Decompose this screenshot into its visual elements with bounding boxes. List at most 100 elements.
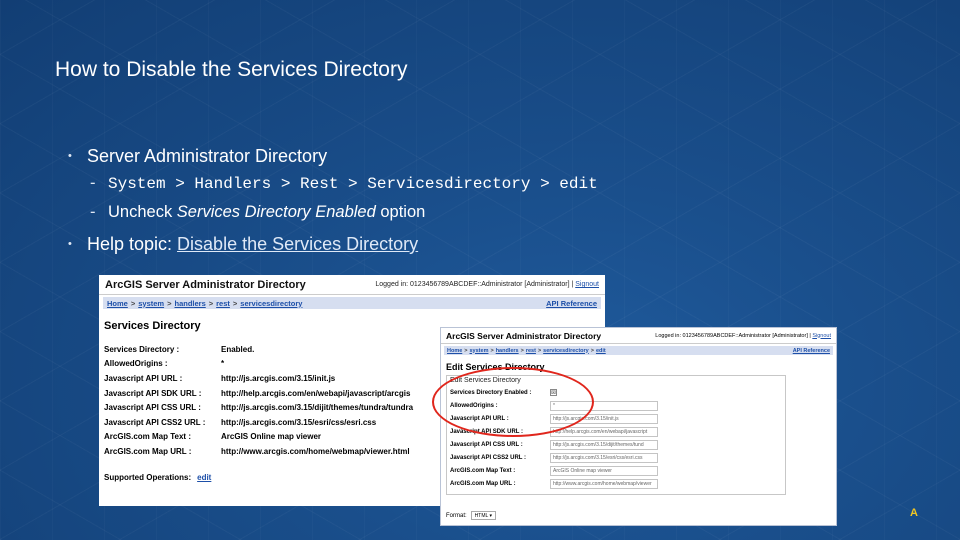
dash-icon: - bbox=[90, 203, 96, 221]
map-text-field[interactable]: ArcGIS Online map viewer bbox=[550, 466, 658, 477]
crumb-separator: > bbox=[167, 298, 172, 308]
property-value: http://help.arcgis.com/en/webapi/javascr… bbox=[221, 388, 411, 398]
logged-in-info: Logged in: 0123456789ABCDEF::Administrat… bbox=[655, 333, 831, 339]
crumb-separator: > bbox=[537, 347, 542, 354]
property-value: * bbox=[221, 359, 225, 369]
logged-in-label: Logged in: 0123456789ABCDEF::Administrat… bbox=[375, 281, 574, 288]
services-directory-enabled-checkbox[interactable]: ☒ bbox=[550, 389, 557, 397]
property-key: Javascript API CSS2 URL : bbox=[104, 417, 206, 427]
app-title: ArcGIS Server Administrator Directory bbox=[105, 278, 306, 291]
form-row: Javascript API CSS2 URL : http://js.arcgi… bbox=[450, 451, 782, 464]
edit-link[interactable]: edit bbox=[197, 473, 211, 482]
property-key: Javascript API SDK URL : bbox=[104, 388, 202, 398]
form-row: AllowedOrigins : * bbox=[450, 399, 782, 412]
corner-mark: A bbox=[910, 507, 918, 519]
js-api-css-url-field[interactable]: http://js.arcgis.com/3.15/dijit/themes/t… bbox=[550, 439, 658, 450]
bullet-help-topic: • Help topic: Disable the Services Direct… bbox=[68, 234, 418, 255]
help-topic-link[interactable]: Disable the Services Directory bbox=[177, 234, 418, 254]
property-key: ArcGIS.com Map Text : bbox=[104, 432, 191, 442]
bullet-dot-icon: • bbox=[68, 238, 72, 250]
property-key: ArcGIS.com Map URL : bbox=[104, 446, 192, 456]
crumb-handlers[interactable]: handlers bbox=[496, 348, 519, 354]
property-key: Services Directory : bbox=[104, 344, 180, 354]
property-key: Javascript API CSS URL : bbox=[104, 403, 201, 413]
dash-icon: - bbox=[90, 174, 96, 192]
option-name: Services Directory Enabled bbox=[176, 203, 376, 221]
api-reference-link[interactable]: API Reference bbox=[546, 299, 597, 308]
property-key: AllowedOrigins : bbox=[104, 359, 168, 369]
supported-ops-label: Supported Operations: bbox=[104, 472, 192, 482]
field-label: Javascript API CSS URL : bbox=[450, 441, 523, 448]
js-api-css2-url-field[interactable]: http://js.arcgis.com/3.15/esri/css/esri.… bbox=[550, 453, 658, 464]
admin-header: ArcGIS Server Administrator Directory Lo… bbox=[99, 275, 605, 295]
slide-title: How to Disable the Services Directory bbox=[55, 58, 408, 81]
crumb-home[interactable]: Home bbox=[107, 299, 128, 308]
field-label: Javascript API URL : bbox=[450, 415, 509, 422]
field-label: AllowedOrigins : bbox=[450, 402, 498, 409]
property-value: http://js.arcgis.com/3.15/esri/css/esri.… bbox=[221, 417, 377, 427]
form-legend: Edit Services Directory bbox=[450, 377, 521, 384]
field-label: Javascript API SDK URL : bbox=[450, 428, 524, 435]
crumb-home[interactable]: Home bbox=[447, 348, 462, 354]
breadcrumb: Home > system > handlers > rest > servicesdirect… bbox=[103, 297, 601, 309]
help-topic-label: Help topic: bbox=[87, 234, 178, 254]
property-value: ArcGIS Online map viewer bbox=[221, 432, 322, 442]
form-row: Javascript API URL : http://js.arcgis.com… bbox=[450, 412, 782, 425]
form-row: Javascript API CSS URL : http://js.arcgis… bbox=[450, 438, 782, 451]
property-value: http://www.arcgis.com/home/webmap/viewer… bbox=[221, 446, 410, 456]
api-reference-link[interactable]: API Reference bbox=[793, 348, 830, 354]
form-row: Services Directory Enabled : ☒ bbox=[450, 386, 782, 399]
js-api-sdk-url-field[interactable]: http://help.arcgis.com/en/webapi/javascr… bbox=[550, 426, 658, 437]
bullet-dot-icon: • bbox=[68, 150, 72, 162]
crumb-edit[interactable]: edit bbox=[596, 348, 606, 354]
crumb-separator: > bbox=[208, 298, 214, 308]
field-label: Services Directory Enabled : bbox=[450, 389, 532, 396]
js-api-url-field[interactable]: http://js.arcgis.com/3.15/init.js bbox=[550, 413, 658, 424]
breadcrumb: Home > system > handlers > rest > servicesdirect… bbox=[444, 346, 833, 355]
edit-services-directory-screenshot: ArcGIS Server Administrator Directory Lo… bbox=[440, 327, 837, 526]
crumb-servicesdirectory[interactable]: servicesdirectory bbox=[240, 299, 302, 308]
breadcrumb-trail: Home > system > handlers > rest > servicesdirect… bbox=[447, 348, 606, 354]
uncheck-post: option bbox=[375, 203, 426, 221]
menu-path-text: System > Handlers > Rest > Servicesdirec… bbox=[108, 175, 598, 193]
bullet-server-admin: • Server Administrator Directory bbox=[68, 146, 327, 167]
property-value: http://js.arcgis.com/3.15/init.js bbox=[221, 373, 336, 383]
logged-in-info: Logged in: 0123456789ABCDEF::Administrat… bbox=[375, 281, 599, 288]
crumb-separator: > bbox=[130, 298, 136, 308]
edit-form: Edit Services Directory Services Directo… bbox=[446, 375, 786, 495]
crumb-system[interactable]: system bbox=[470, 348, 489, 354]
crumb-servicesdirectory[interactable]: servicesdirectory bbox=[543, 348, 589, 354]
crumb-separator: > bbox=[590, 347, 594, 354]
field-label: ArcGIS.com Map Text : bbox=[450, 468, 516, 475]
admin-header: ArcGIS Server Administrator Directory Lo… bbox=[441, 328, 836, 344]
form-row: ArcGIS.com Map Text : ArcGIS Online map v… bbox=[450, 465, 782, 478]
allowed-origins-field[interactable]: * bbox=[550, 400, 658, 411]
signout-link[interactable]: Signout bbox=[812, 333, 831, 339]
breadcrumb-trail: Home > system > handlers > rest > servicesdirect… bbox=[107, 299, 302, 308]
format-label: Format: bbox=[446, 512, 467, 519]
field-label: ArcGIS.com Map URL : bbox=[450, 481, 516, 488]
crumb-rest[interactable]: rest bbox=[526, 348, 536, 354]
sub-bullet-uncheck: - Uncheck Services Directory Enabled opti… bbox=[90, 203, 425, 222]
crumb-separator: > bbox=[464, 347, 468, 354]
property-key: Javascript API URL : bbox=[104, 373, 183, 383]
format-control: Format: HTML ▾ bbox=[446, 511, 496, 520]
property-value: http://js.arcgis.com/3.15/dijit/themes/t… bbox=[221, 403, 414, 413]
crumb-handlers[interactable]: handlers bbox=[174, 299, 205, 308]
crumb-separator: > bbox=[232, 298, 238, 308]
format-select[interactable]: HTML ▾ bbox=[470, 511, 496, 520]
sub-bullet-path: - System > Handlers > Rest > Servicesdire… bbox=[90, 174, 598, 193]
bullet-text: Server Administrator Directory bbox=[87, 146, 328, 166]
form-row: Javascript API SDK URL : http://help.arcg… bbox=[450, 425, 782, 438]
signout-link[interactable]: Signout bbox=[575, 281, 599, 288]
uncheck-pre: Uncheck bbox=[108, 203, 177, 221]
crumb-rest[interactable]: rest bbox=[216, 299, 230, 308]
app-title: ArcGIS Server Administrator Directory bbox=[446, 330, 602, 341]
field-label: Javascript API CSS2 URL : bbox=[450, 455, 527, 462]
crumb-separator: > bbox=[520, 347, 524, 354]
crumb-separator: > bbox=[490, 347, 494, 354]
map-url-field[interactable]: http://www.arcgis.com/home/webmap/viewer bbox=[550, 479, 658, 490]
property-value: Enabled. bbox=[221, 344, 255, 354]
form-row: ArcGIS.com Map URL : http://www.arcgis.co… bbox=[450, 478, 782, 491]
crumb-system[interactable]: system bbox=[138, 299, 164, 308]
